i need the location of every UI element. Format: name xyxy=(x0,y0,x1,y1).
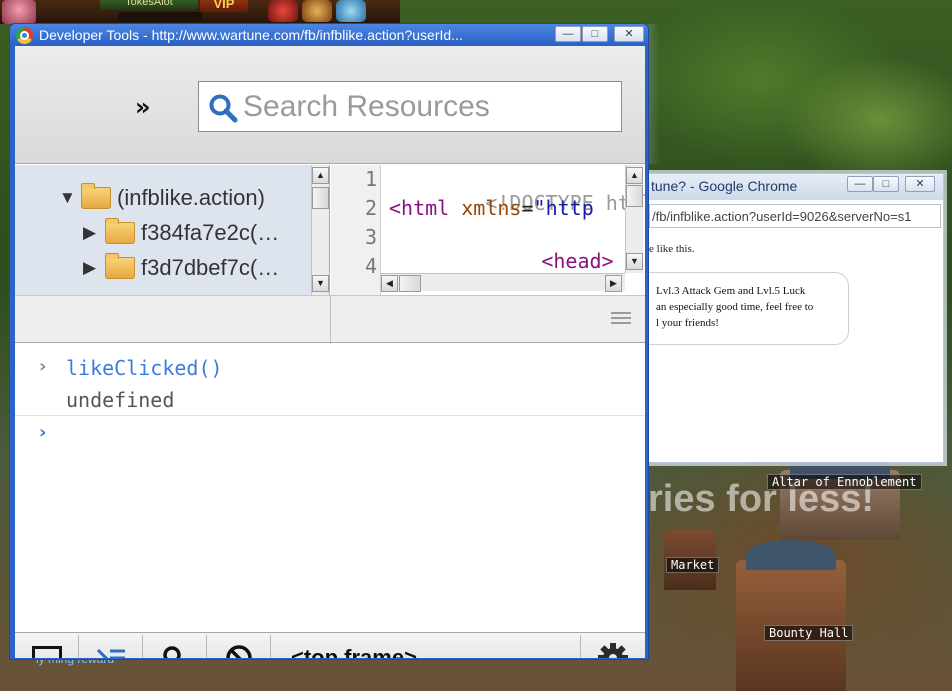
resources-tree: ▼ (infblike.action) ▶ f384fa7e2c(… ▶ f3d7db… xyxy=(15,165,330,295)
code-tag: <head> xyxy=(541,249,614,273)
line-number: 1 xyxy=(364,167,377,191)
scroll-up-arrow-icon[interactable]: ▲ xyxy=(626,167,643,184)
message-bubble: Lvl.3 Attack Gem and Lvl.5 Luck an espec… xyxy=(649,272,849,345)
gear-icon xyxy=(598,642,628,658)
game-roof xyxy=(746,540,836,570)
console-panel[interactable]: › likeClicked() undefined › xyxy=(15,344,645,632)
devtools-window: Developer Tools - http://www.wartune.com… xyxy=(9,23,649,660)
folder-icon xyxy=(81,183,111,209)
resize-grip-icon[interactable] xyxy=(611,312,631,326)
code-string: "http xyxy=(533,196,594,220)
scroll-thumb[interactable] xyxy=(312,187,329,209)
search-input[interactable] xyxy=(243,88,613,126)
message-line: l your friends! xyxy=(656,317,719,329)
game-hp-bar xyxy=(118,12,202,22)
console-result: undefined xyxy=(66,388,175,412)
tree-item-label: f3d7dbef7c(… xyxy=(141,255,280,280)
console-toggle-button[interactable] xyxy=(79,635,143,658)
tree-item-frame[interactable]: ▼ (infblike.action) xyxy=(59,183,265,215)
search-icon xyxy=(209,94,238,123)
pane-divider[interactable] xyxy=(330,296,331,344)
console-input-chevron-icon: › xyxy=(39,356,47,377)
code-punct: = xyxy=(521,196,534,220)
console-icon xyxy=(96,648,125,658)
search-box[interactable] xyxy=(198,81,622,132)
chrome-popup-window: tune? - Google Chrome — □ ✕ /fb/infblike… xyxy=(648,173,944,463)
game-vip-badge[interactable]: VIP xyxy=(200,0,248,12)
scroll-thumb[interactable] xyxy=(399,275,421,292)
devtools-title: Developer Tools - http://www.wartune.com… xyxy=(39,27,463,43)
game-player-name: TokesAlot xyxy=(100,0,198,10)
chrome-popup-title: tune? - Google Chrome xyxy=(651,178,798,194)
tree-scrollbar[interactable]: ▲ ▼ xyxy=(311,165,329,295)
console-prompt-row[interactable]: › xyxy=(15,420,645,450)
dock-toggle-button[interactable] xyxy=(15,635,79,658)
game-hero-icon[interactable] xyxy=(302,0,332,22)
minimize-button[interactable]: — xyxy=(847,176,873,192)
close-button[interactable]: ✕ xyxy=(614,26,644,42)
scroll-up-arrow-icon[interactable]: ▲ xyxy=(312,167,329,184)
scroll-down-arrow-icon[interactable]: ▼ xyxy=(312,275,329,292)
scroll-down-arrow-icon[interactable]: ▼ xyxy=(626,253,643,270)
line-number-gutter: 1 2 3 4 xyxy=(331,165,381,295)
console-result-row: undefined xyxy=(15,386,645,416)
tree-expand-arrow-icon[interactable]: ▼ xyxy=(59,188,76,208)
console-prompt-chevron-icon: › xyxy=(39,422,47,443)
code-line[interactable]: <html xmlns="http xyxy=(389,196,594,220)
maximize-button[interactable]: □ xyxy=(873,176,899,192)
devtools-statusbar: <top frame> xyxy=(15,632,645,658)
frame-selector[interactable]: <top frame> xyxy=(271,635,581,658)
code-attr: xmlns xyxy=(461,196,522,220)
console-command-row: › likeClicked() xyxy=(15,354,645,384)
like-count-text: e like this. xyxy=(649,243,695,255)
message-line: an especially good time, feel free to xyxy=(656,301,814,313)
magnifier-icon xyxy=(162,645,181,658)
source-horizontal-scrollbar[interactable]: ◀ ▶ xyxy=(381,273,625,292)
settings-button[interactable] xyxy=(581,635,645,658)
inspect-search-button[interactable] xyxy=(143,635,207,658)
line-number: 2 xyxy=(364,196,377,220)
devtools-body: » ▼ (infblike.action) ▶ f384fa7e2c(… ▶ f3d7… xyxy=(15,46,645,658)
close-button[interactable]: ✕ xyxy=(905,176,935,192)
source-vertical-scrollbar[interactable]: ▲ ▼ xyxy=(625,165,643,273)
game-label-bounty-hall[interactable]: Bounty Hall xyxy=(764,625,854,641)
message-line: Lvl.3 Attack Gem and Lvl.5 Luck xyxy=(656,285,806,297)
game-label-market[interactable]: Market xyxy=(666,557,720,573)
scroll-left-arrow-icon[interactable]: ◀ xyxy=(381,275,398,292)
clear-icon xyxy=(225,644,252,658)
devtools-toolbar: » xyxy=(15,46,645,164)
line-number: 3 xyxy=(364,225,377,249)
code-tag: <html xyxy=(389,196,450,220)
game-quest-icon[interactable] xyxy=(336,0,366,22)
scroll-thumb[interactable] xyxy=(626,185,643,207)
source-viewer: 1 2 3 4 <!DOCTYPE html PU <html xmlns="h… xyxy=(331,165,645,295)
panel-overflow-button[interactable]: » xyxy=(135,93,151,121)
clear-console-button[interactable] xyxy=(207,635,271,658)
game-mail-icon[interactable] xyxy=(268,0,298,22)
dock-icon xyxy=(31,645,62,658)
scroll-right-arrow-icon[interactable]: ▶ xyxy=(605,275,622,292)
tree-item-label: f384fa7e2c(… xyxy=(141,220,280,245)
tree-collapse-arrow-icon[interactable]: ▶ xyxy=(83,223,99,243)
chrome-logo-icon xyxy=(16,27,33,44)
chrome-popup-url: /fb/infblike.action?userId=9026&serverNo… xyxy=(652,209,912,224)
minimize-button[interactable]: — xyxy=(555,26,581,42)
tree-collapse-arrow-icon[interactable]: ▶ xyxy=(83,258,99,278)
tree-item-subframe[interactable]: ▶ f3d7dbef7c(… xyxy=(83,253,280,285)
chrome-popup-titlebar[interactable]: tune? - Google Chrome — □ ✕ xyxy=(649,174,943,200)
folder-icon xyxy=(105,253,135,279)
pane-footer xyxy=(15,295,645,344)
tree-item-label: (infblike.action) xyxy=(117,185,265,210)
maximize-button[interactable]: □ xyxy=(582,26,608,42)
game-avatar[interactable] xyxy=(2,0,36,24)
tree-item-subframe[interactable]: ▶ f384fa7e2c(… xyxy=(83,218,280,250)
console-command: likeClicked() xyxy=(66,356,223,380)
devtools-titlebar[interactable]: Developer Tools - http://www.wartune.com… xyxy=(10,24,648,46)
game-label-altar[interactable]: Altar of Ennoblement xyxy=(767,474,922,490)
line-number: 4 xyxy=(364,254,377,278)
chrome-popup-url-bar[interactable]: /fb/infblike.action?userId=9026&serverNo… xyxy=(649,204,941,228)
folder-icon xyxy=(105,218,135,244)
